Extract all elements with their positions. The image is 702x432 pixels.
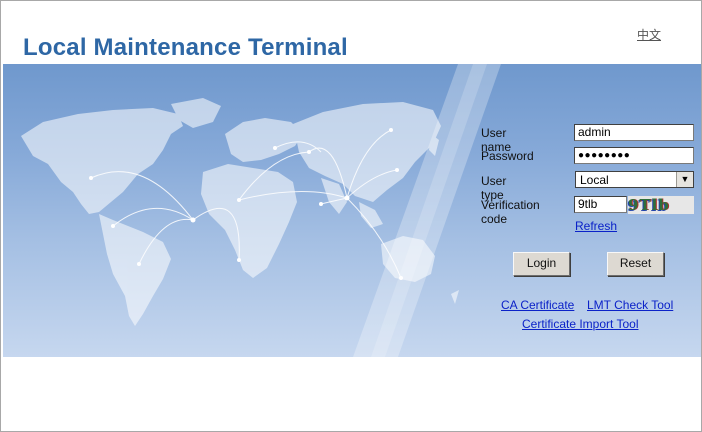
captcha-text: 9Tlb xyxy=(628,196,670,214)
refresh-captcha-link[interactable]: Refresh xyxy=(575,219,617,233)
ca-certificate-link[interactable]: CA Certificate xyxy=(501,298,574,312)
usertype-selected-value: Local xyxy=(580,173,609,187)
username-input[interactable]: admin xyxy=(574,124,694,141)
reset-button[interactable]: Reset xyxy=(607,252,664,276)
window-frame: 中文 Local Maintenance Terminal User name … xyxy=(0,0,702,432)
login-button[interactable]: Login xyxy=(513,252,570,276)
language-switch-link[interactable]: 中文 xyxy=(637,26,661,43)
chevron-down-icon[interactable]: ▼ xyxy=(676,172,693,187)
certificate-import-tool-link[interactable]: Certificate Import Tool xyxy=(522,317,639,331)
verification-label: Verification code xyxy=(481,198,540,226)
usertype-select[interactable]: Local ▼ xyxy=(575,171,694,188)
captcha-image: 9Tlb xyxy=(628,196,694,214)
lmt-check-tool-link[interactable]: LMT Check Tool xyxy=(587,298,673,312)
page-title: Local Maintenance Terminal xyxy=(23,34,348,61)
password-label: Password xyxy=(481,149,534,163)
password-input[interactable]: ●●●●●●●● xyxy=(574,147,694,164)
verification-input[interactable]: 9tlb xyxy=(574,196,627,213)
